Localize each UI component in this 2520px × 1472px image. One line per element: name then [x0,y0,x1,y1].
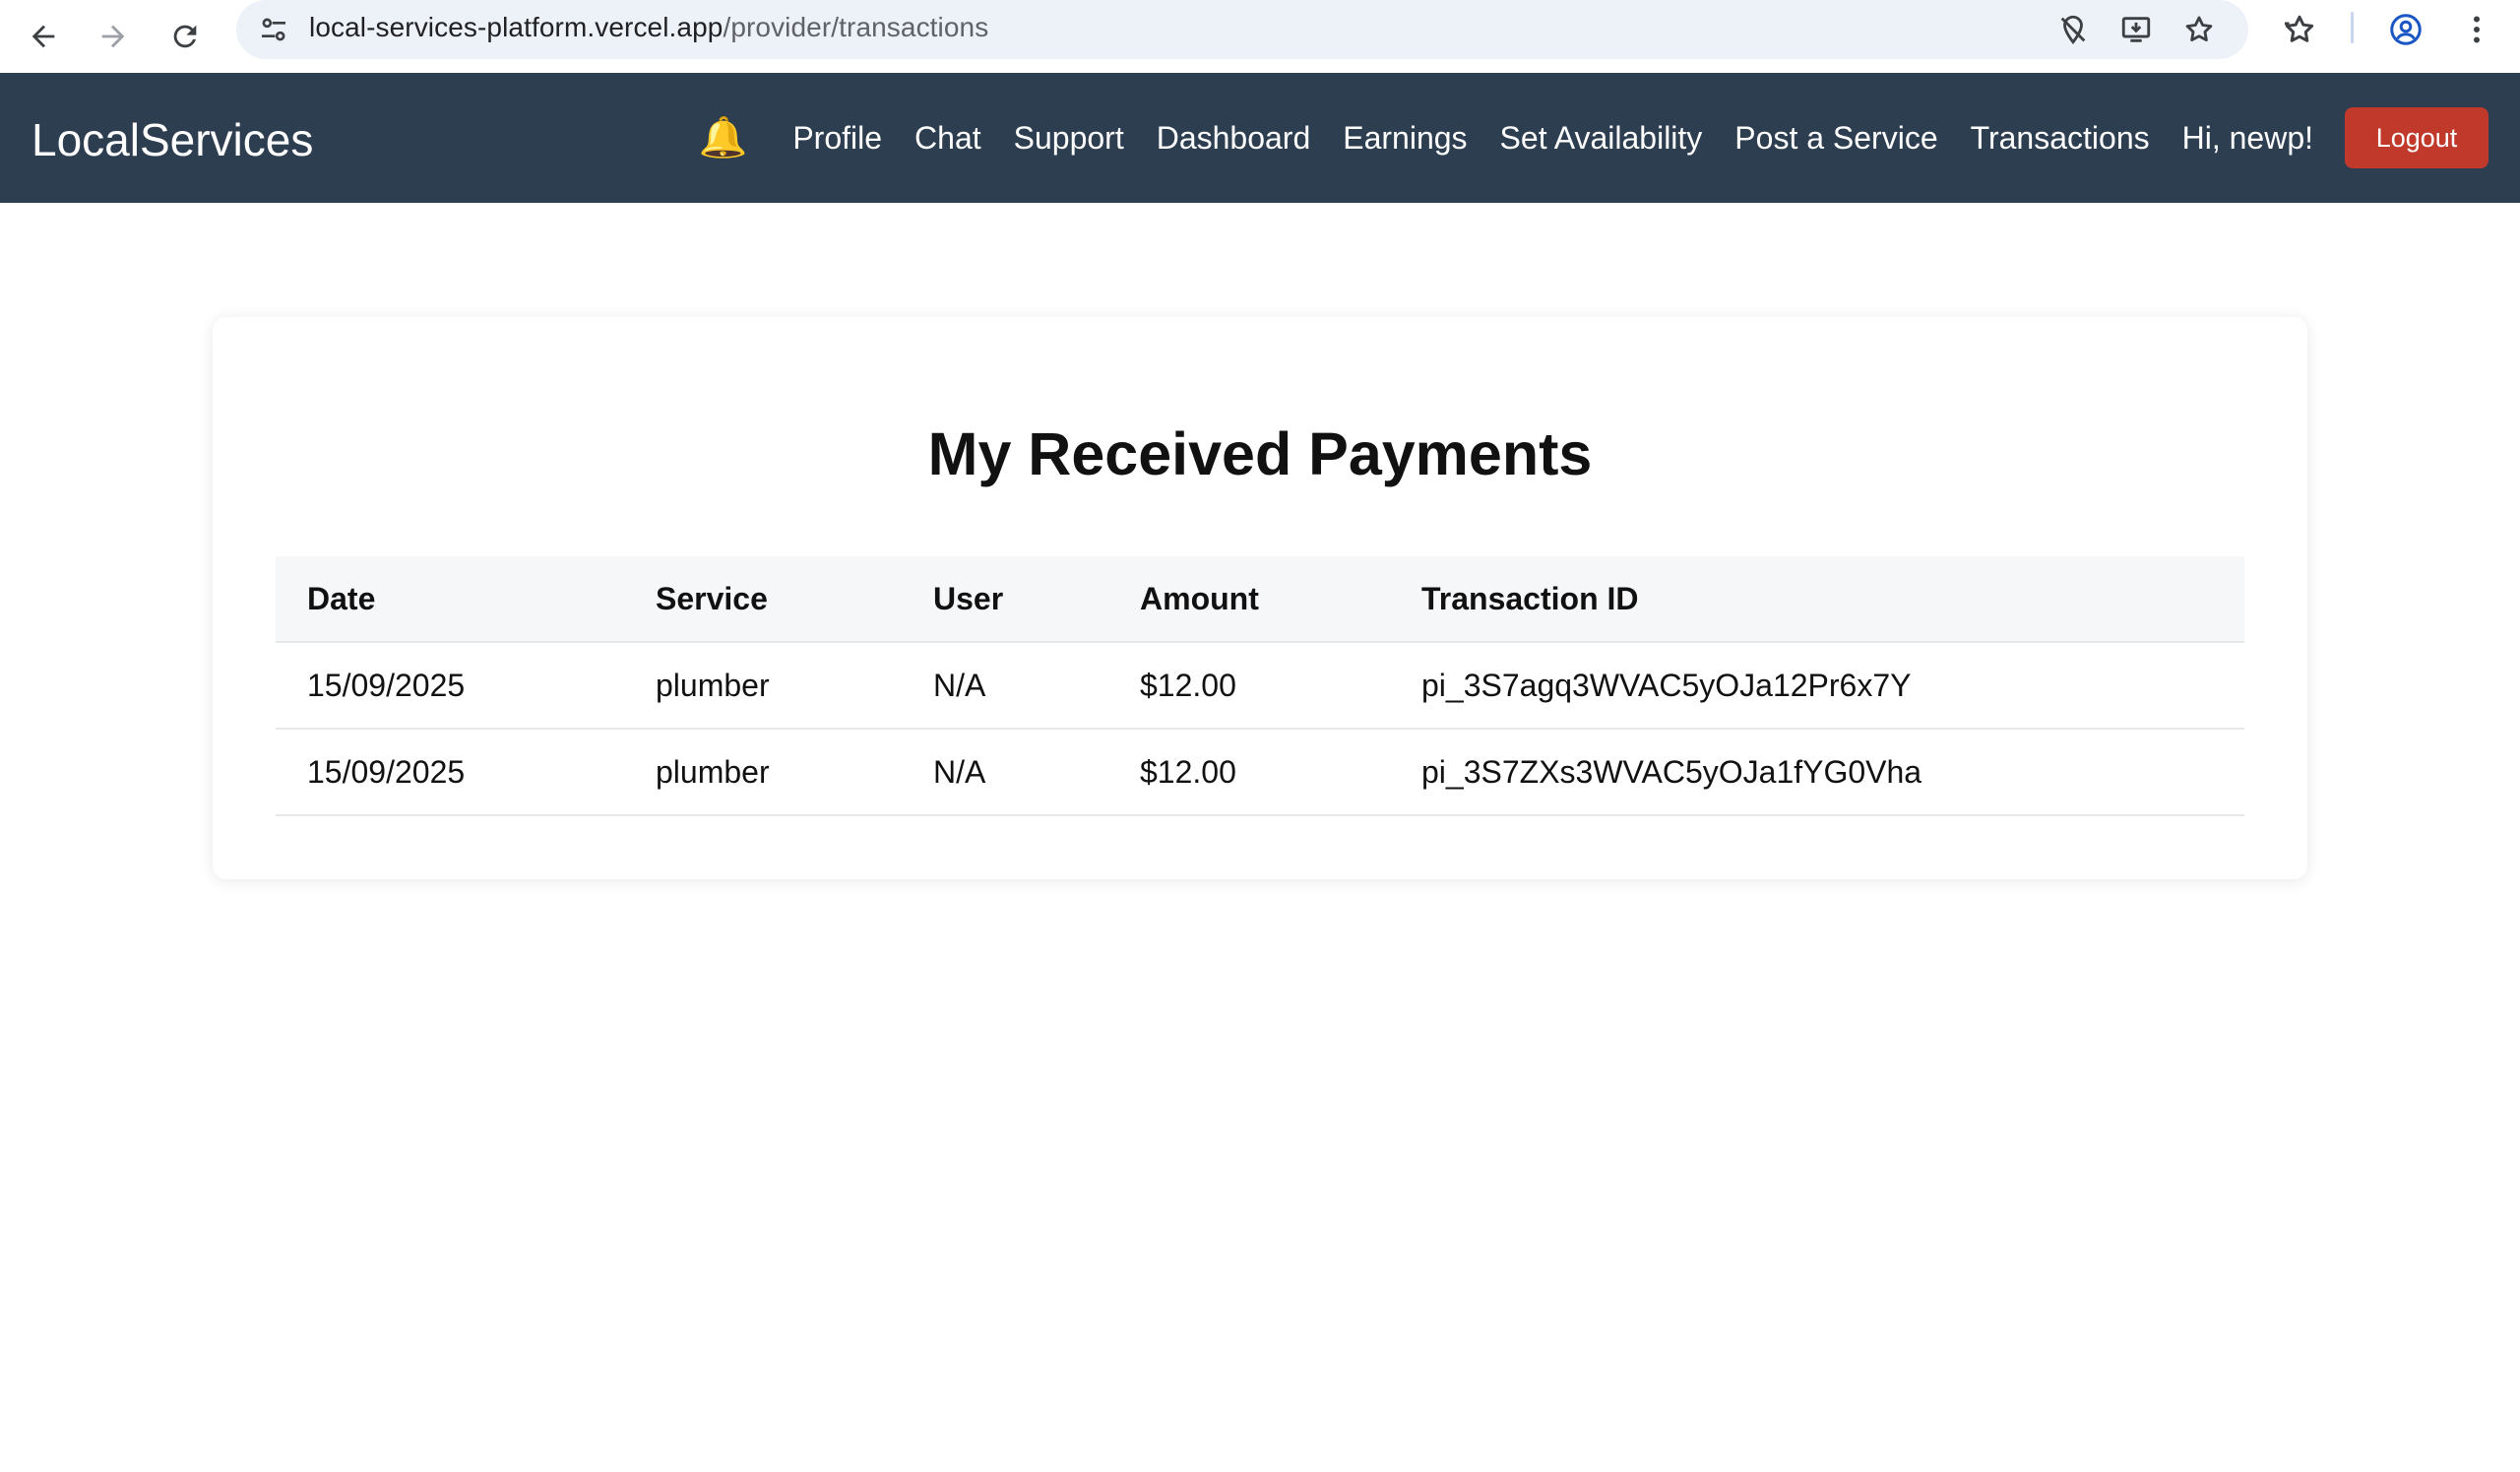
table-row: 15/09/2025 plumber N/A $12.00 pi_3S7agq3… [276,642,2244,730]
browser-toolbar: local-services-platform.vercel.app/provi… [0,0,2520,73]
cell-user: N/A [902,642,1108,730]
nav-links: 🔔 Profile Chat Support Dashboard Earning… [699,73,2488,203]
table-row: 15/09/2025 plumber N/A $12.00 pi_3S7ZXs3… [276,729,2244,816]
nav-link-chat[interactable]: Chat [914,120,981,157]
user-greeting: Hi, newp! [2181,119,2313,156]
column-header-transaction-id: Transaction ID [1390,556,2244,643]
logout-button[interactable]: Logout [2345,107,2488,168]
payments-table: Date Service User Amount Transaction ID … [276,556,2244,816]
cell-user: N/A [902,729,1108,816]
bookmark-star-icon[interactable] [2175,6,2223,53]
site-settings-icon[interactable] [250,6,297,53]
cell-date: 15/09/2025 [276,642,624,730]
cell-amount: $12.00 [1108,642,1390,730]
nav-link-set-availability[interactable]: Set Availability [1500,120,1703,157]
forward-icon[interactable] [84,7,143,66]
nav-link-post-service[interactable]: Post a Service [1734,120,1937,157]
back-icon[interactable] [14,7,73,66]
cell-transaction-id: pi_3S7ZXs3WVAC5yOJa1fYG0Vha [1390,729,2244,816]
toolbar-divider [2351,12,2354,43]
app-navbar: LocalServices 🔔 Profile Chat Support Das… [0,73,2520,203]
url-text[interactable]: local-services-platform.vercel.app/provi… [309,0,988,59]
nav-link-earnings[interactable]: Earnings [1343,120,1467,157]
table-header-row: Date Service User Amount Transaction ID [276,556,2244,643]
nav-link-support[interactable]: Support [1014,120,1124,157]
bookmarks-icon[interactable] [2276,6,2323,53]
payments-card: My Received Payments Date Service User A… [213,317,2307,879]
column-header-service: Service [624,556,902,643]
reload-icon[interactable] [156,7,215,66]
profile-icon[interactable] [2382,6,2429,53]
location-off-icon[interactable] [2049,6,2097,53]
brand-logo[interactable]: LocalServices [32,73,313,203]
install-app-icon[interactable] [2112,6,2160,53]
column-header-date: Date [276,556,624,643]
nav-link-transactions[interactable]: Transactions [1971,120,2150,157]
cell-transaction-id: pi_3S7agq3WVAC5yOJa12Pr6x7Y [1390,642,2244,730]
cell-service: plumber [624,642,902,730]
nav-link-profile[interactable]: Profile [792,120,882,157]
column-header-amount: Amount [1108,556,1390,643]
address-bar[interactable]: local-services-platform.vercel.app/provi… [236,0,2248,59]
url-path: /provider/transactions [723,12,989,42]
url-host: local-services-platform.vercel.app [309,12,724,42]
cell-date: 15/09/2025 [276,729,624,816]
nav-link-dashboard[interactable]: Dashboard [1157,120,1311,157]
page-title: My Received Payments [927,420,1593,487]
bell-icon[interactable]: 🔔 [699,118,748,158]
cell-amount: $12.00 [1108,729,1390,816]
column-header-user: User [902,556,1108,643]
menu-icon[interactable] [2453,6,2500,53]
cell-service: plumber [624,729,902,816]
